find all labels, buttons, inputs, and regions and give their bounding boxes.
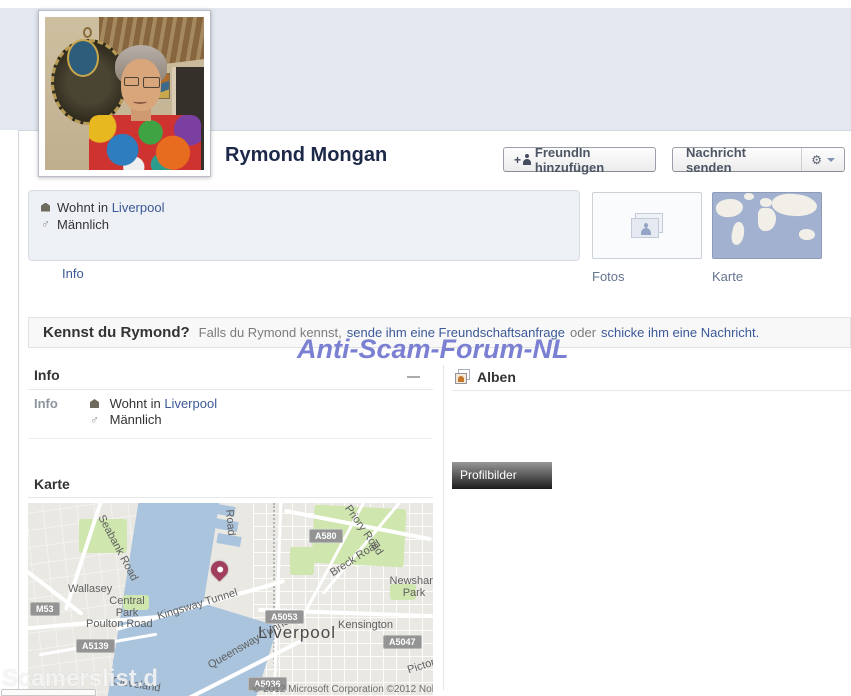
info-section-header: Info: [34, 367, 60, 383]
lives-in-text: Wohnt in: [109, 396, 161, 411]
alben-header-rule: [452, 390, 851, 391]
facebook-profile-page: Rymond Mongan + FreundIn hinzufügen Nach…: [0, 0, 851, 696]
album-profilbilder[interactable]: Profilbilder: [452, 392, 552, 489]
collapse-icon[interactable]: [407, 376, 420, 378]
map-badge-a580: A580: [309, 529, 343, 543]
karte-section-header: Karte: [34, 476, 70, 492]
male-icon: ♂: [90, 413, 99, 427]
map-park: [290, 547, 314, 575]
add-friend-button[interactable]: + FreundIn hinzufügen: [503, 144, 656, 175]
karte-header-rule: [28, 497, 433, 498]
scamerslist-watermark: Scamerslist.d: [2, 665, 159, 692]
photo-sombrero-crown: [67, 39, 99, 77]
profile-photo[interactable]: [38, 10, 211, 177]
column-divider: [443, 365, 444, 690]
info-row-label: Info: [34, 396, 58, 411]
alben-section-header: Alben: [477, 369, 516, 385]
chevron-down-icon: [827, 157, 835, 162]
send-message-button[interactable]: Nachricht senden ⚙: [672, 144, 845, 175]
send-message-label: Nachricht senden: [686, 144, 746, 175]
info-gender-row: ♂ Männlich: [90, 412, 162, 427]
send-message-link[interactable]: schicke ihm eine Nachricht.: [601, 325, 759, 340]
world-map-australia: [799, 229, 815, 240]
karte-tile[interactable]: [712, 192, 822, 259]
map-badge-a5139: A5139: [76, 639, 115, 653]
gender-text: Männlich: [57, 216, 110, 232]
gender-row: ♂ Männlich: [41, 216, 567, 232]
add-person-icon: [523, 154, 531, 165]
gender-text: Männlich: [109, 412, 162, 427]
map-pin: [207, 557, 232, 582]
world-map-africa: [758, 208, 776, 231]
add-friend-label: FreundIn hinzufügen: [534, 144, 605, 175]
profile-options-dropdown[interactable]: ⚙: [801, 148, 844, 171]
map-label-central-park: Central Park: [109, 595, 145, 619]
fotos-tile[interactable]: [592, 192, 702, 259]
map-label-poulton: Poulton Road: [86, 618, 153, 630]
map-label-newsham: Newsham Park: [389, 575, 433, 599]
map-label-kensington: Kensington: [338, 619, 394, 631]
photo-stack-icon: [631, 213, 665, 239]
banner-conjunction: oder: [570, 325, 597, 340]
building-icon: [90, 399, 99, 408]
info-header-rule: [28, 389, 433, 390]
building-icon: [41, 202, 50, 212]
gear-icon: ⚙: [811, 152, 822, 167]
anti-scam-watermark: Anti-Scam-Forum-NL: [297, 334, 569, 364]
tab-info[interactable]: Info: [62, 266, 84, 281]
lives-in-text: Wohnt in: [57, 199, 109, 215]
albums-icon: [455, 369, 472, 385]
lives-in-row: Wohnt in Liverpool: [41, 199, 567, 215]
page-title: Rymond Mongan: [225, 144, 388, 166]
male-icon: ♂: [41, 217, 50, 231]
world-map-asia: [771, 193, 818, 218]
map-badge-a5047: A5047: [383, 635, 422, 649]
photo-colorful-shirt: [89, 115, 201, 170]
album-title: Profilbilder: [452, 462, 552, 489]
plus-icon: +: [514, 152, 522, 167]
fotos-tile-label[interactable]: Fotos: [592, 269, 625, 284]
profile-summary-box: Wohnt in Liverpool ♂ Männlich: [28, 190, 580, 261]
world-map-north-america: [714, 197, 745, 219]
map-badge-a5053: A5053: [265, 610, 304, 624]
karte-tile-label[interactable]: Karte: [712, 269, 743, 284]
banner-question: Kennst du Rymond?: [43, 324, 190, 341]
map-label-liverpool: Liverpool: [258, 623, 336, 642]
map-label-road: Road: [223, 509, 238, 537]
world-map-greenland: [744, 193, 754, 200]
map-badge-m53: M53: [30, 602, 60, 616]
photo-hat-loop: [83, 27, 92, 38]
city-link[interactable]: Liverpool: [164, 396, 217, 411]
city-link[interactable]: Liverpool: [112, 200, 165, 215]
photo-glasses: [124, 77, 160, 88]
world-map-europe: [760, 198, 772, 207]
info-lives-row: Wohnt in Liverpool: [90, 396, 217, 411]
photo-smile: [133, 99, 147, 104]
info-row-rule: [28, 438, 433, 439]
map-label-wallasey: Wallasey: [68, 583, 113, 595]
world-map-south-america: [729, 221, 747, 246]
map-copyright: © 2012 Microsoft Corporation ©2012 Nokia: [253, 684, 433, 695]
profile-photo-image: [45, 17, 204, 170]
